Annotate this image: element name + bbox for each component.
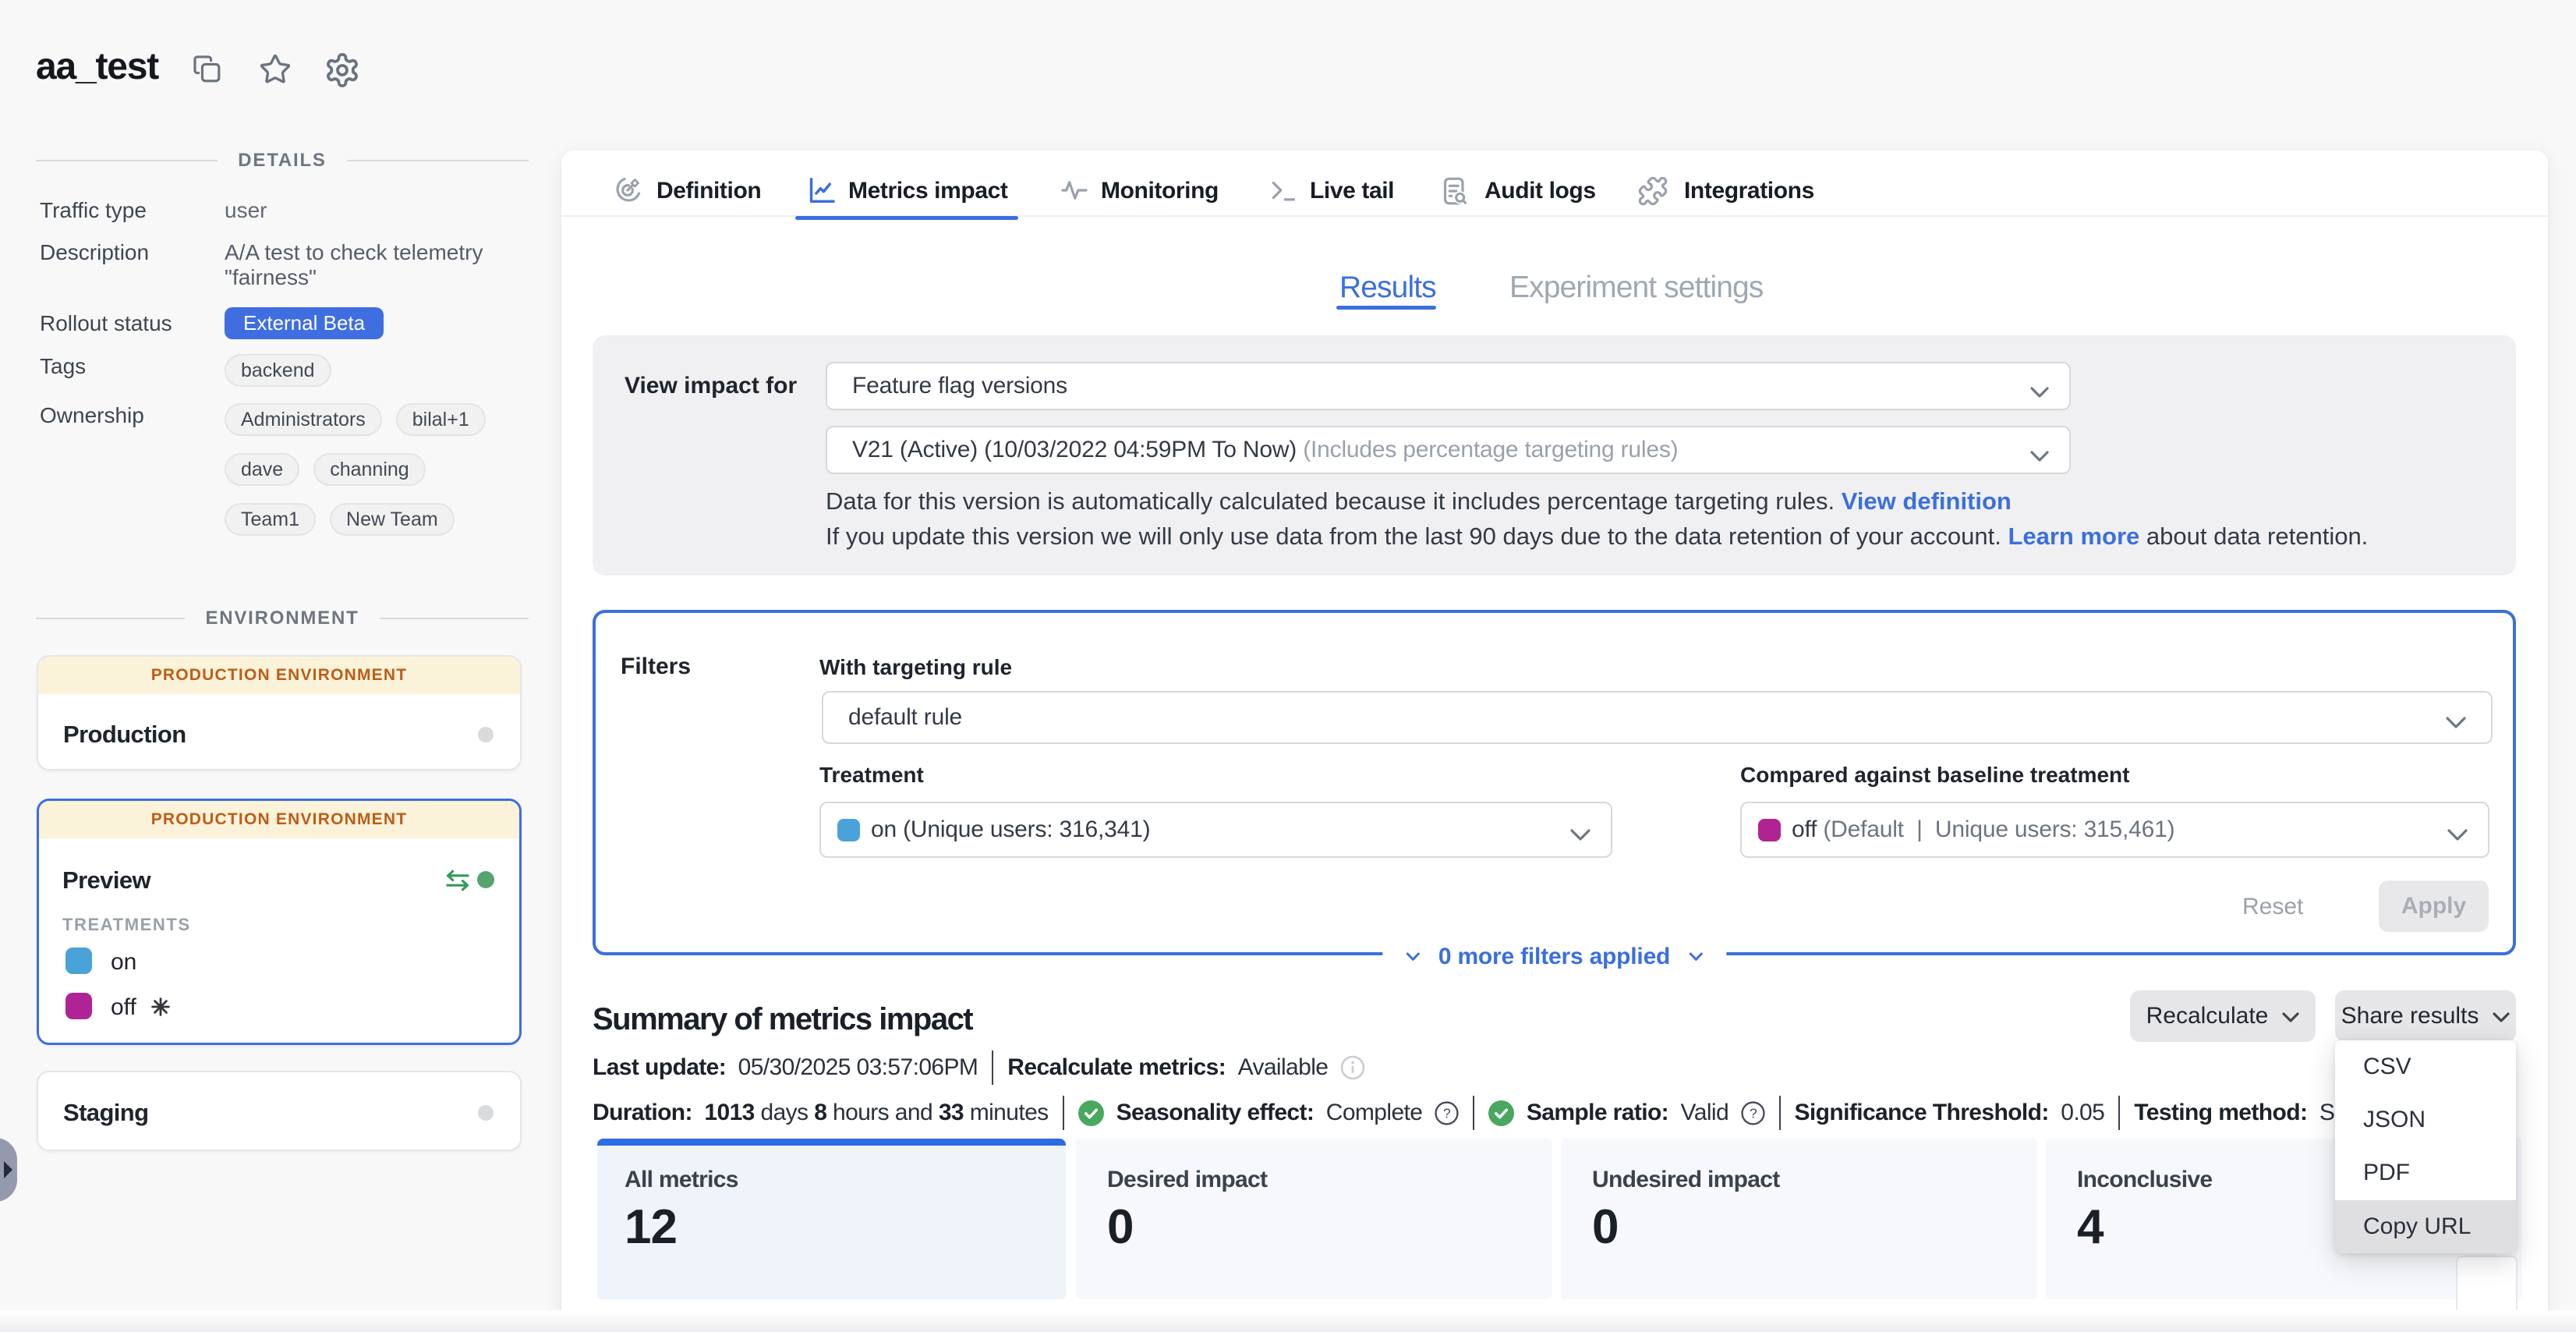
svg-text:?: ? <box>1443 1105 1451 1121</box>
svg-text:?: ? <box>1749 1105 1757 1121</box>
